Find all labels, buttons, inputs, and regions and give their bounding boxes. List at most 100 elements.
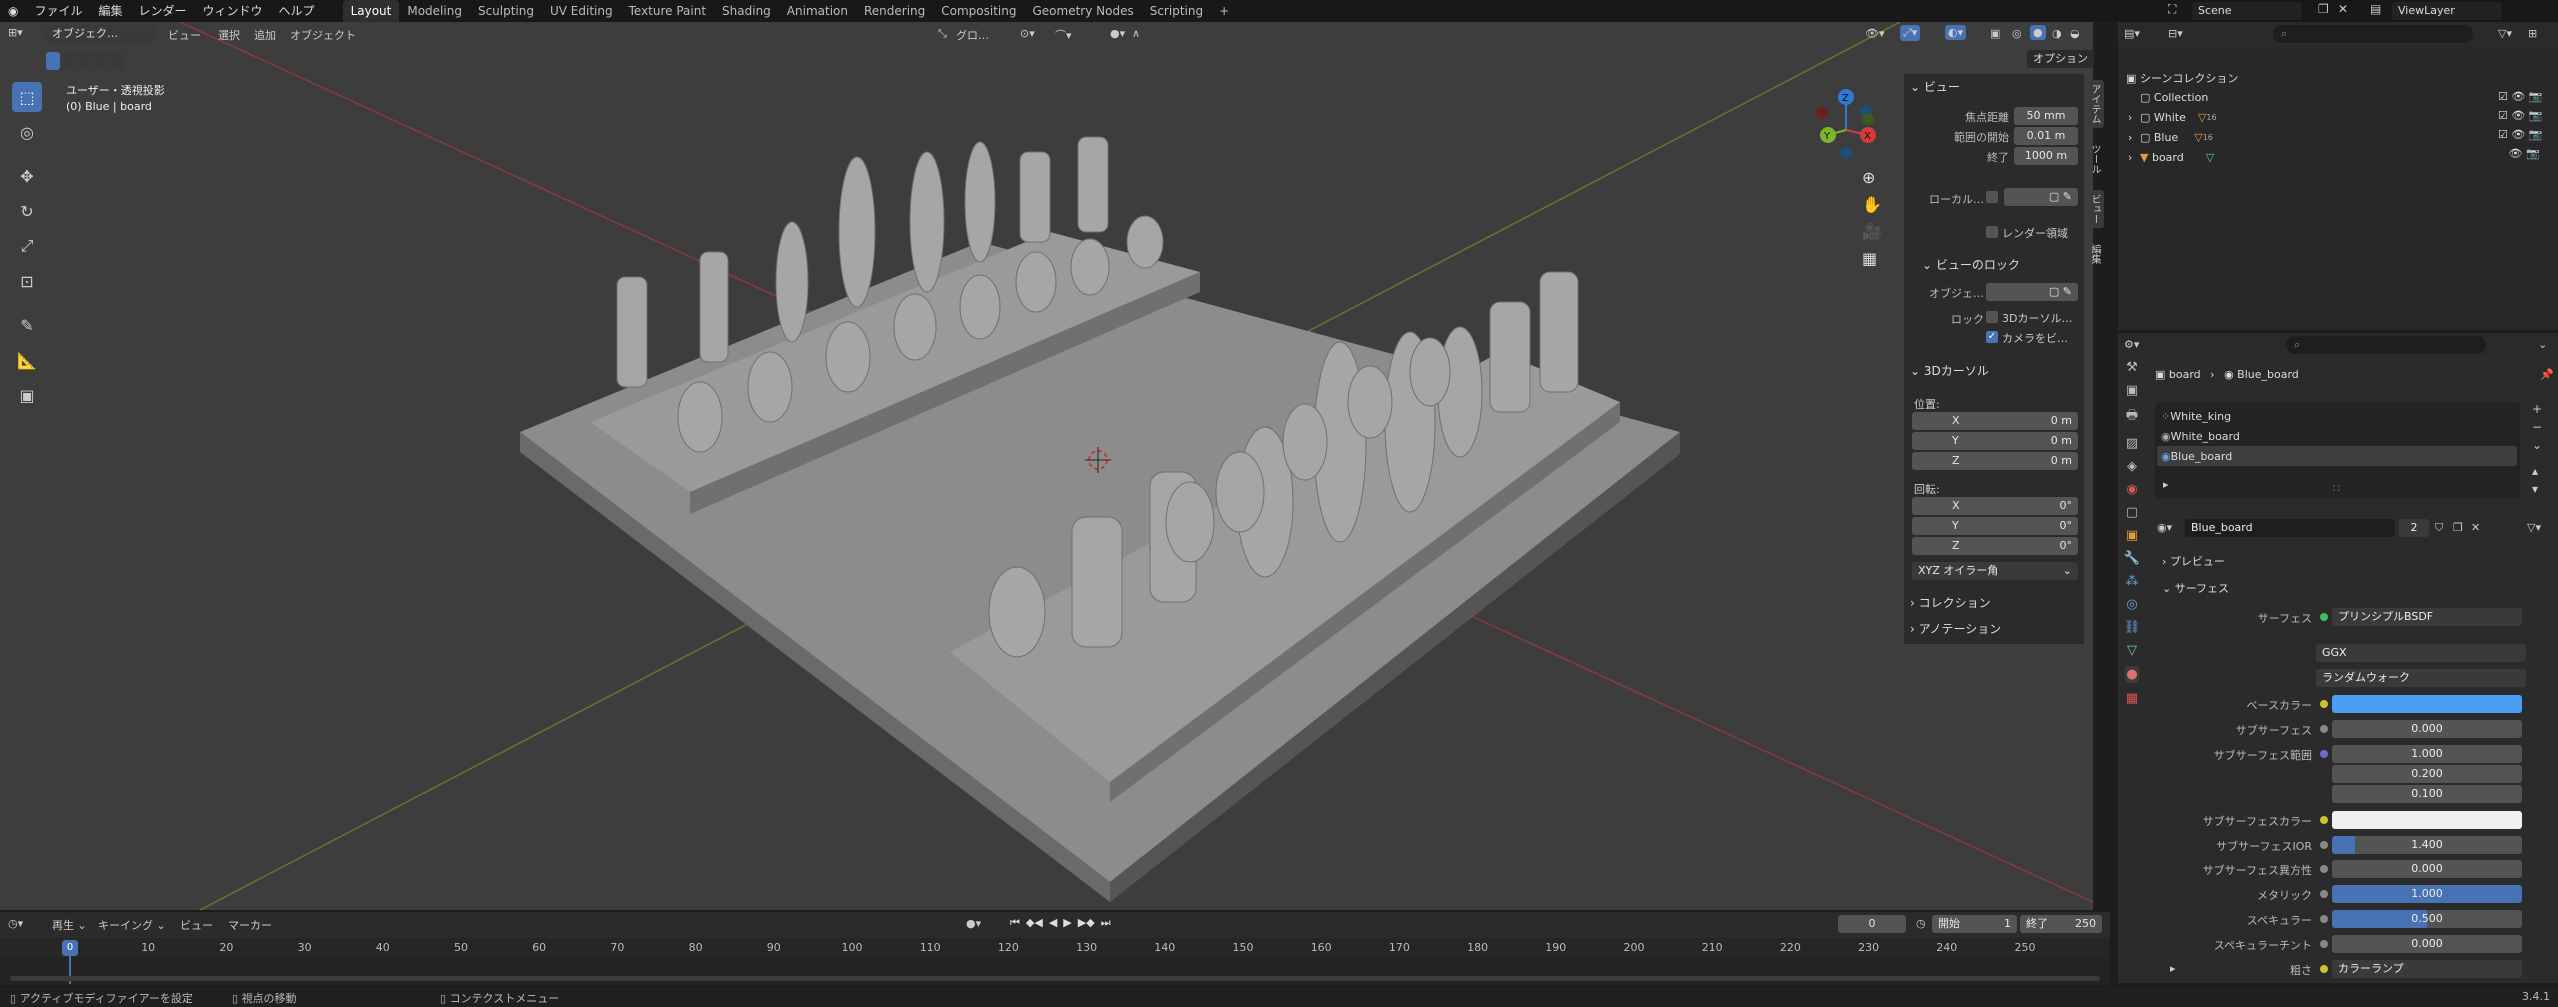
add-slot-icon[interactable]: + <box>2532 402 2542 416</box>
preview-panel-header[interactable]: › プレビュー <box>2162 553 2225 569</box>
view-layer-selector[interactable]: ViewLayer <box>2392 2 2502 20</box>
workspace-tab-animation[interactable]: Animation <box>779 0 856 22</box>
timeline-scrollbar[interactable] <box>10 976 2100 981</box>
move-tool-icon[interactable]: ✥ <box>12 161 42 191</box>
orientation-selector[interactable]: グロ… <box>956 27 989 43</box>
playhead[interactable]: 0 <box>62 940 78 956</box>
outliner-row-white[interactable]: › ▢ White ▽ 16 <box>2128 107 2538 127</box>
annotation-panel-header[interactable]: › アノテーション <box>1910 620 2001 637</box>
remove-slot-icon[interactable]: − <box>2532 420 2542 434</box>
surface-panel-header[interactable]: ⌄ サーフェス <box>2162 580 2229 596</box>
new-collection-icon[interactable]: ⊞ <box>2528 27 2537 40</box>
resize-handle-icon[interactable]: ∷ <box>2333 482 2340 495</box>
scene-selector[interactable]: Scene <box>2192 2 2302 20</box>
options-dropdown[interactable]: オプション <box>2027 50 2094 68</box>
world-tab-icon[interactable]: ◉ <box>2126 482 2137 497</box>
timeline-editor-icon[interactable]: ◷▾ <box>8 917 23 930</box>
clip-end-field[interactable]: 1000 m <box>2014 147 2078 165</box>
start-frame-field[interactable]: 開始 1 <box>1932 915 2017 933</box>
cursor-tool-icon[interactable]: ◎ <box>12 117 42 147</box>
view-lock-header[interactable]: ⌄ ビューのロック <box>1922 256 2020 273</box>
view-layer-tab-icon[interactable]: ▨ <box>2126 436 2138 451</box>
shading-wireframe-icon[interactable]: ◎ <box>2012 27 2022 40</box>
fake-user-icon[interactable]: ⛉ <box>2435 521 2443 535</box>
physics-tab-icon[interactable]: ◎ <box>2126 597 2137 612</box>
rotate-tool-icon[interactable]: ↻ <box>12 196 42 226</box>
pin-icon[interactable]: 📌 <box>2540 368 2554 381</box>
transform-tool-icon[interactable]: ⊡ <box>12 266 42 296</box>
next-keyframe-icon[interactable]: ▶◆ <box>1078 916 1095 930</box>
snap-icon[interactable]: ⌒▾ <box>1055 27 1072 43</box>
render-region-checkbox[interactable] <box>1986 226 1998 238</box>
gizmo-toggle-icon[interactable]: ⤢▾ <box>1900 25 1921 41</box>
cursor-location-z[interactable]: Z0 m <box>1912 452 2078 470</box>
select-box-tool-icon[interactable]: ⬚ <box>12 82 42 112</box>
workspace-tab-geometry-nodes[interactable]: Geometry Nodes <box>1024 0 1141 22</box>
specular-tint-field[interactable]: 0.000 <box>2332 935 2522 953</box>
menu-view[interactable]: ビュー <box>168 27 201 43</box>
menu-object[interactable]: オブジェクト <box>290 27 356 43</box>
transform-orientation-icon[interactable]: ⤡ <box>938 27 947 41</box>
select-new-icon[interactable] <box>46 52 60 70</box>
overlay-toggle-icon[interactable]: ◐▾ <box>1945 25 1967 40</box>
outliner-row-blue[interactable]: › ▢ Blue ▽ 16 <box>2128 127 2538 147</box>
menu-help[interactable]: ヘルプ <box>271 0 323 22</box>
jump-start-icon[interactable]: ⏮ <box>1010 916 1020 930</box>
workspace-tab-texture-paint[interactable]: Texture Paint <box>621 0 714 22</box>
clock-icon[interactable]: ◷ <box>1916 917 1926 930</box>
workspace-tab-shading[interactable]: Shading <box>714 0 779 22</box>
lock-object-field[interactable]: ▢ ✎ <box>1986 283 2078 301</box>
proportional-edit-icon[interactable]: ●▾ <box>1110 27 1125 40</box>
material-name-field[interactable]: Blue_board <box>2185 519 2395 537</box>
material-tab-icon[interactable]: ● <box>2125 666 2139 683</box>
copy-icon[interactable]: ❐ <box>2318 2 2334 20</box>
lock-cursor-checkbox[interactable] <box>1986 311 1998 323</box>
add-cube-tool-icon[interactable]: ▣ <box>12 380 42 410</box>
measure-tool-icon[interactable]: 📐 <box>12 345 42 375</box>
cursor-panel-header[interactable]: ⌄ 3Dカーソル <box>1910 362 1989 379</box>
collection-tab-icon[interactable]: ▢ <box>2126 505 2138 520</box>
annotate-tool-icon[interactable]: ✎ <box>12 310 42 340</box>
tab-view[interactable]: ビュー <box>2089 190 2104 228</box>
view-panel-header[interactable]: ⌄ ビュー <box>1910 78 1960 95</box>
scale-tool-icon[interactable]: ⤢ <box>12 231 42 261</box>
prev-keyframe-icon[interactable]: ◆◀ <box>1026 916 1043 930</box>
workspace-tab-modeling[interactable]: Modeling <box>399 0 470 22</box>
workspace-tab-scripting[interactable]: Scripting <box>1142 0 1211 22</box>
tool-tab-icon[interactable]: ⚒ <box>2126 360 2138 375</box>
blender-logo-icon[interactable]: ◉ <box>0 0 26 22</box>
camera-view-icon[interactable]: 🎥 <box>1862 222 1882 241</box>
constraints-tab-icon[interactable]: ⛓ <box>2124 620 2141 635</box>
workspace-tab-compositing[interactable]: Compositing <box>933 0 1024 22</box>
material-slot-item[interactable]: ⁘ White_king <box>2161 406 2231 426</box>
cursor-rotation-y[interactable]: Y 0° <box>1912 517 2078 535</box>
properties-options-icon[interactable]: ⌄ <box>2538 338 2547 351</box>
workspace-tab-rendering[interactable]: Rendering <box>856 0 933 22</box>
menu-file[interactable]: ファイル <box>26 0 90 22</box>
focal-field[interactable]: 50 mm <box>2014 107 2078 125</box>
material-filter-icon[interactable]: ▽▾ <box>2527 521 2541 534</box>
properties-editor-icon[interactable]: ⚙▾ <box>2124 338 2139 351</box>
distribution-select[interactable]: GGX <box>2316 644 2526 662</box>
object-tab-icon[interactable]: ▣ <box>2126 528 2138 543</box>
rotation-mode-select[interactable]: XYZ オイラー角 ⌄ <box>1912 562 2078 580</box>
workspace-tab-uv-editing[interactable]: UV Editing <box>542 0 621 22</box>
outliner-editor-icon[interactable]: ▤▾ <box>2124 27 2140 40</box>
outliner-search-input[interactable]: ⌕ <box>2273 25 2473 43</box>
texture-tab-icon[interactable]: ▦ <box>2126 691 2138 706</box>
expand-arrow-icon[interactable]: ▸ <box>2170 962 2176 975</box>
viewport-3d[interactable] <box>0 22 2093 910</box>
select-intersect-icon[interactable] <box>110 52 124 70</box>
subsurface-radius-y[interactable]: 0.200 <box>2332 765 2522 783</box>
tab-item[interactable]: アイテム <box>2089 80 2104 128</box>
metallic-field[interactable]: 1.000 <box>2332 885 2522 903</box>
select-extend-icon[interactable] <box>62 52 76 70</box>
falloff-icon[interactable]: ∧ <box>1132 27 1140 40</box>
cursor-rotation-z[interactable]: Z 0° <box>1912 537 2078 555</box>
tab-tool[interactable]: ツール <box>2089 140 2104 178</box>
menu-keying[interactable]: キーイング ⌄ <box>98 917 166 933</box>
pan-hand-icon[interactable]: ✋ <box>1862 195 1882 214</box>
filter-icon[interactable]: ▽▾ <box>2498 27 2512 40</box>
menu-add[interactable]: 追加 <box>254 27 276 43</box>
cursor-location-y[interactable]: Y0 m <box>1912 432 2078 450</box>
